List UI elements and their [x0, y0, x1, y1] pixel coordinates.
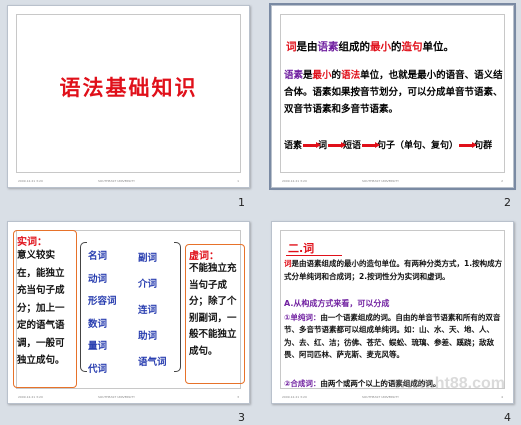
subheading: A.从构成方式来看，可以分成	[284, 299, 390, 308]
slide-thumbnail-2[interactable]: 词是由语素组成的最小的造句单位。 语素是最小的语法单位，也就是最小的语音、语义结…	[269, 3, 516, 190]
content-word-list: 名词 动词 形容词 数词 量词 代词	[88, 251, 117, 375]
function-words-box: 虚词： 不能独立充当句子成分；除了个别副词，一般不能独立成句。	[185, 244, 245, 384]
slide-footer: 2009.12.21 3:20 SOUTHEAST UNIVERSITY 2	[282, 179, 503, 183]
slide-title: 语法基础知识	[59, 75, 198, 100]
function-word-list: 副词 介词 连词 助词 语气词	[138, 253, 167, 368]
slide-number-1: 1	[238, 196, 245, 209]
hierarchy-chain: 语素词短语 句子（单句、复句） 句群	[284, 141, 493, 151]
site-watermark: www.ht88.com	[393, 375, 505, 392]
brace-right	[174, 242, 181, 372]
slide-number-3: 3	[238, 411, 245, 424]
slide-number-2: 2	[504, 196, 511, 209]
slide-footer: 2009.12.21 3:20 SOUTHEAST UNIVERSITY 1	[18, 179, 239, 183]
slide-footer: 2009.12.21 3:20 SOUTHEAST UNIVERSITY 3	[18, 395, 239, 399]
arrow-icon	[362, 142, 381, 148]
slide-thumbnail-4[interactable]: 二.词 词是由语素组成的最小的造句单位。有两种分类方式，1.按构成方式分单纯词和…	[271, 221, 514, 404]
slide-thumbnail-3[interactable]: 实词： 意义较实在，能独立充当句子成分；加上一定的语气语调，一般可独立成句。 名…	[7, 221, 250, 404]
section-heading: 二.词	[288, 242, 315, 255]
morpheme-paragraph: 语素是最小的语法单位，也就是最小的语音、语义结合体。语素如果按音节划分，可以分成…	[284, 70, 503, 115]
simple-word-paragraph: ①单纯词：由一个语素组成的词。自由的单音节语素和所有的双音节、多音节语素都可以组…	[284, 313, 501, 359]
slide-number-4: 4	[504, 411, 511, 424]
slide-footer: 2009.12.21 3:20 SOUTHEAST UNIVERSITY 4	[282, 395, 503, 399]
arrow-icon	[328, 142, 347, 148]
definition-line: 词是由语素组成的最小的造句单位。	[286, 41, 454, 53]
intro-paragraph: 词是由语素组成的最小的造句单位。有两种分类方式，1.按构成方式分单纯词和合成词；…	[284, 259, 503, 281]
arrow-icon	[459, 142, 478, 148]
content-words-box: 实词： 意义较实在，能独立充当句子成分；加上一定的语气语调，一般可独立成句。	[13, 230, 77, 388]
brace-left	[80, 242, 87, 372]
heading-underline	[286, 255, 342, 256]
slide-thumbnail-1[interactable]: 语法基础知识 2009.12.21 3:20 SOUTHEAST UNIVERS…	[7, 5, 250, 188]
arrow-icon	[303, 142, 322, 148]
